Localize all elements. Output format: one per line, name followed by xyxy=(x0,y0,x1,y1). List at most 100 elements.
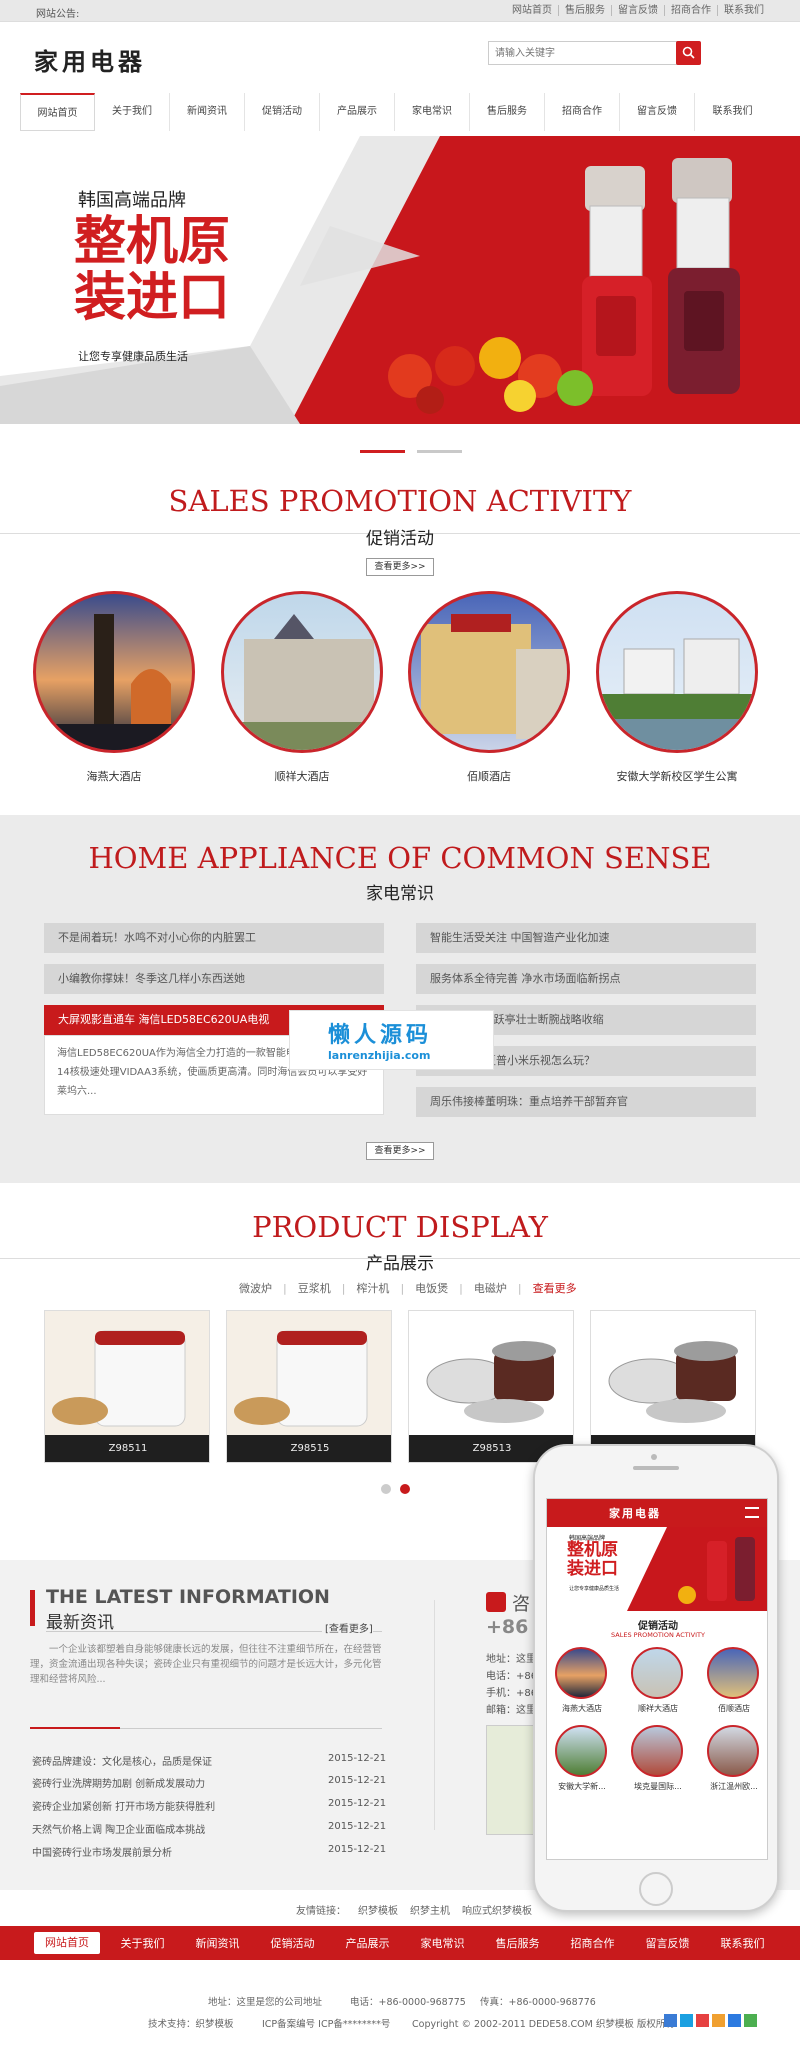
product-tab-juicer[interactable]: 榨汁机 xyxy=(356,1280,389,1296)
info-row-title-1[interactable]: 瓷砖品牌建设：文化是核心，品质是保证 xyxy=(32,1753,212,1768)
promotion-more-button[interactable]: 查看更多>> xyxy=(366,558,434,576)
footer-nav-join[interactable]: 招商合作 xyxy=(555,1935,630,1951)
mobile-item-caption-4[interactable]: 安徽大学新... xyxy=(547,1781,617,1792)
footer-nav-about[interactable]: 关于我们 xyxy=(105,1935,180,1951)
nav-item-news[interactable]: 新闻资讯 xyxy=(170,93,245,131)
mobile-item-caption-6[interactable]: 浙江温州欧... xyxy=(699,1781,767,1792)
info-row-title-5[interactable]: 中国瓷砖行业市场发展前景分析 xyxy=(32,1844,172,1859)
share-baidu-icon[interactable] xyxy=(728,2014,741,2027)
product-tab-soymilk[interactable]: 豆浆机 xyxy=(298,1280,331,1296)
nav-item-about[interactable]: 关于我们 xyxy=(95,93,170,131)
nav-item-service[interactable]: 售后服务 xyxy=(470,93,545,131)
mobile-item-image-1[interactable] xyxy=(555,1647,607,1699)
mobile-item-image-3[interactable] xyxy=(707,1647,759,1699)
phone-camera xyxy=(651,1454,657,1460)
info-row-title-4[interactable]: 天然气价格上调 陶卫企业面临成本挑战 xyxy=(32,1821,205,1836)
friend-link-1[interactable]: 织梦模板 xyxy=(358,1902,398,1917)
product-title-cn: 产品展示 xyxy=(366,1254,434,1274)
contact-address: 地址：这里 xyxy=(486,1654,536,1665)
footer-nav-products[interactable]: 产品展示 xyxy=(330,1935,405,1951)
product-card-3[interactable]: Z98513 xyxy=(408,1310,574,1463)
mobile-item-image-5[interactable] xyxy=(631,1725,683,1777)
phone-icon xyxy=(486,1592,506,1612)
top-link-feedback[interactable]: 留言反馈 xyxy=(611,5,664,16)
knowledge-left-item-1[interactable]: 不是闹着玩！水鸣不对小心你的内脏罢工 xyxy=(44,923,384,953)
info-row-title-3[interactable]: 瓷砖企业加紧创新 打开市场方能获得胜利 xyxy=(32,1798,215,1813)
footer-address: 地址：这里是您的公司地址 xyxy=(208,1997,323,2008)
mobile-menu-icon[interactable] xyxy=(745,1507,759,1518)
knowledge-left-item-2[interactable]: 小编教你撑妹！冬季这几样小东西送她 xyxy=(44,964,384,994)
mobile-item-caption-2[interactable]: 顺祥大酒店 xyxy=(623,1703,693,1714)
mobile-item-image-4[interactable] xyxy=(555,1725,607,1777)
nav-item-home[interactable]: 网站首页 xyxy=(20,93,95,131)
mobile-preview: 家用电器 韩国高端品牌 整机原 装进口 让您专享健康品质生活 促销活动 SALE… xyxy=(533,1444,779,1912)
promotion-image-2[interactable] xyxy=(221,591,383,753)
share-tencent-icon[interactable] xyxy=(680,2014,693,2027)
footer-nav-promotion[interactable]: 促销活动 xyxy=(255,1935,330,1951)
nav-item-products[interactable]: 产品展示 xyxy=(320,93,395,131)
footer-nav-knowledge[interactable]: 家电常识 xyxy=(405,1935,480,1951)
footer-nav-news[interactable]: 新闻资讯 xyxy=(180,1935,255,1951)
top-link-join[interactable]: 招商合作 xyxy=(664,5,717,16)
knowledge-title-en: HOME APPLIANCE OF COMMON SENSE xyxy=(88,841,712,875)
top-link-contact[interactable]: 联系我们 xyxy=(717,5,770,16)
promotion-caption-4[interactable]: 安徽大学新校区学生公寓 xyxy=(582,768,772,784)
share-more-icon[interactable] xyxy=(744,2014,757,2027)
info-row-title-2[interactable]: 瓷砖行业洗牌期势加剧 创新成发展动力 xyxy=(32,1775,205,1790)
product-tab-microwave[interactable]: 微波炉 xyxy=(239,1280,272,1296)
banner-dot-2[interactable] xyxy=(417,450,462,453)
banner-dot-1[interactable] xyxy=(360,450,405,453)
promotion-caption-2[interactable]: 顺祥大酒店 xyxy=(207,768,397,784)
share-qzone-icon[interactable] xyxy=(664,2014,677,2027)
footer-nav-contact[interactable]: 联系我们 xyxy=(705,1935,780,1951)
product-card-4[interactable]: Z98512 xyxy=(590,1310,756,1463)
banner-headline-1: 整机原 xyxy=(74,212,231,272)
promotion-caption-1[interactable]: 海燕大酒店 xyxy=(19,768,209,784)
knowledge-right-item-2[interactable]: 服务体系全待完善 净水市场面临新拐点 xyxy=(416,964,756,994)
knowledge-more-button[interactable]: 查看更多>> xyxy=(366,1142,434,1160)
promotion-image-3[interactable] xyxy=(408,591,570,753)
knowledge-right-item-5[interactable]: 周乐伟接棒董明珠：重点培养干部暂弃官 xyxy=(416,1087,756,1117)
search-input[interactable] xyxy=(488,41,678,65)
promotion-image-1[interactable] xyxy=(33,591,195,753)
product-tab-ricecooker[interactable]: 电饭煲 xyxy=(415,1280,448,1296)
nav-item-join[interactable]: 招商合作 xyxy=(545,93,620,131)
mobile-item-caption-3[interactable]: 佰顺酒店 xyxy=(699,1703,767,1714)
site-logo[interactable]: 家用电器 xyxy=(34,42,146,77)
product-tab-induction[interactable]: 电磁炉 xyxy=(474,1280,507,1296)
nav-item-feedback[interactable]: 留言反馈 xyxy=(620,93,695,131)
knowledge-right-item-1[interactable]: 智能生活受关注 中国智造产业化加速 xyxy=(416,923,756,953)
share-renren-icon[interactable] xyxy=(712,2014,725,2027)
info-intro: 一个企业该都塑着自身能够健康长远的发展，但往往不注重细节所在，在经营管理，资金流… xyxy=(30,1644,382,1685)
friend-link-2[interactable]: 织梦主机 xyxy=(410,1902,450,1917)
nav-item-contact[interactable]: 联系我们 xyxy=(695,93,770,131)
top-link-service[interactable]: 售后服务 xyxy=(558,5,611,16)
promotion-caption-3[interactable]: 佰顺酒店 xyxy=(394,768,584,784)
contact-map[interactable] xyxy=(486,1725,536,1835)
promotion-image-4[interactable] xyxy=(596,591,758,753)
nav-item-knowledge[interactable]: 家电常识 xyxy=(395,93,470,131)
product-card-1[interactable]: Z98511 xyxy=(44,1310,210,1463)
mobile-banner[interactable]: 韩国高端品牌 整机原 装进口 让您专享健康品质生活 xyxy=(547,1527,767,1611)
product-card-2[interactable]: Z98515 xyxy=(226,1310,392,1463)
info-column-divider xyxy=(434,1600,435,1830)
mobile-banner-line4: 让您专享健康品质生活 xyxy=(569,1586,620,1592)
footer-nav-service[interactable]: 售后服务 xyxy=(480,1935,555,1951)
mobile-item-caption-5[interactable]: 埃克曼国际... xyxy=(623,1781,693,1792)
product-dot-2[interactable] xyxy=(400,1484,410,1494)
footer-nav-feedback[interactable]: 留言反馈 xyxy=(630,1935,705,1951)
product-tab-more[interactable]: 查看更多 xyxy=(533,1280,577,1296)
top-link-home[interactable]: 网站首页 xyxy=(506,5,558,16)
info-more-link[interactable]: [查看更多] xyxy=(322,1620,373,1635)
mobile-item-caption-1[interactable]: 海燕大酒店 xyxy=(547,1703,617,1714)
friend-link-3[interactable]: 响应式织梦模板 xyxy=(462,1902,532,1917)
mobile-item-image-2[interactable] xyxy=(631,1647,683,1699)
mobile-item-image-6[interactable] xyxy=(707,1725,759,1777)
share-weibo-icon[interactable] xyxy=(696,2014,709,2027)
search-button[interactable] xyxy=(676,41,701,65)
nav-item-promotion[interactable]: 促销活动 xyxy=(245,93,320,131)
hero-banner[interactable]: 韩国高端品牌 整机原 装进口 让您专享健康品质生活 xyxy=(0,136,800,424)
footer-nav-home[interactable]: 网站首页 xyxy=(34,1932,100,1954)
product-dot-1[interactable] xyxy=(381,1484,391,1494)
watermark-url: lanrenzhijia.com xyxy=(328,1049,431,1062)
